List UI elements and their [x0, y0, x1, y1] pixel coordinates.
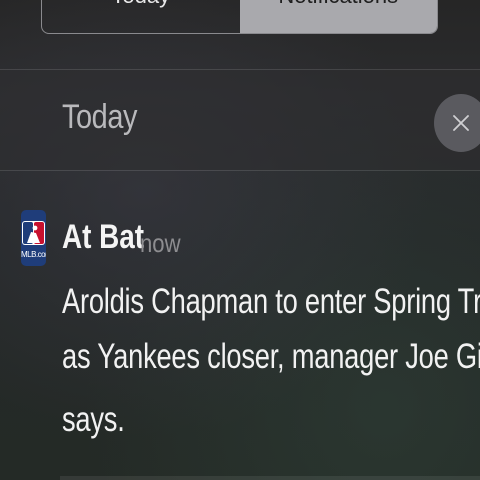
app-icon-label: MLB.com	[21, 250, 46, 259]
notification-message-line: Aroldis Chapman to enter Spring Training	[62, 282, 480, 321]
tab-notifications[interactable]: Notifications	[239, 0, 437, 33]
mlb-logo-icon	[22, 221, 45, 245]
notification-message-line: as Yankees closer, manager Joe Girardi	[62, 337, 480, 376]
notification-message-line: says.	[62, 400, 125, 439]
section-title: Today	[62, 98, 137, 136]
timestamp: now	[140, 228, 181, 258]
notification-divider	[60, 476, 480, 480]
segmented-control: Today Notifications	[41, 0, 438, 34]
clear-section-button[interactable]	[434, 94, 480, 152]
mlb-app-icon: MLB.com	[21, 210, 46, 266]
app-name: At Bat	[62, 218, 145, 256]
tab-today[interactable]: Today	[42, 0, 240, 33]
notification-center: Today Notifications Today MLB.com At Bat…	[0, 0, 480, 480]
close-icon	[451, 113, 471, 133]
